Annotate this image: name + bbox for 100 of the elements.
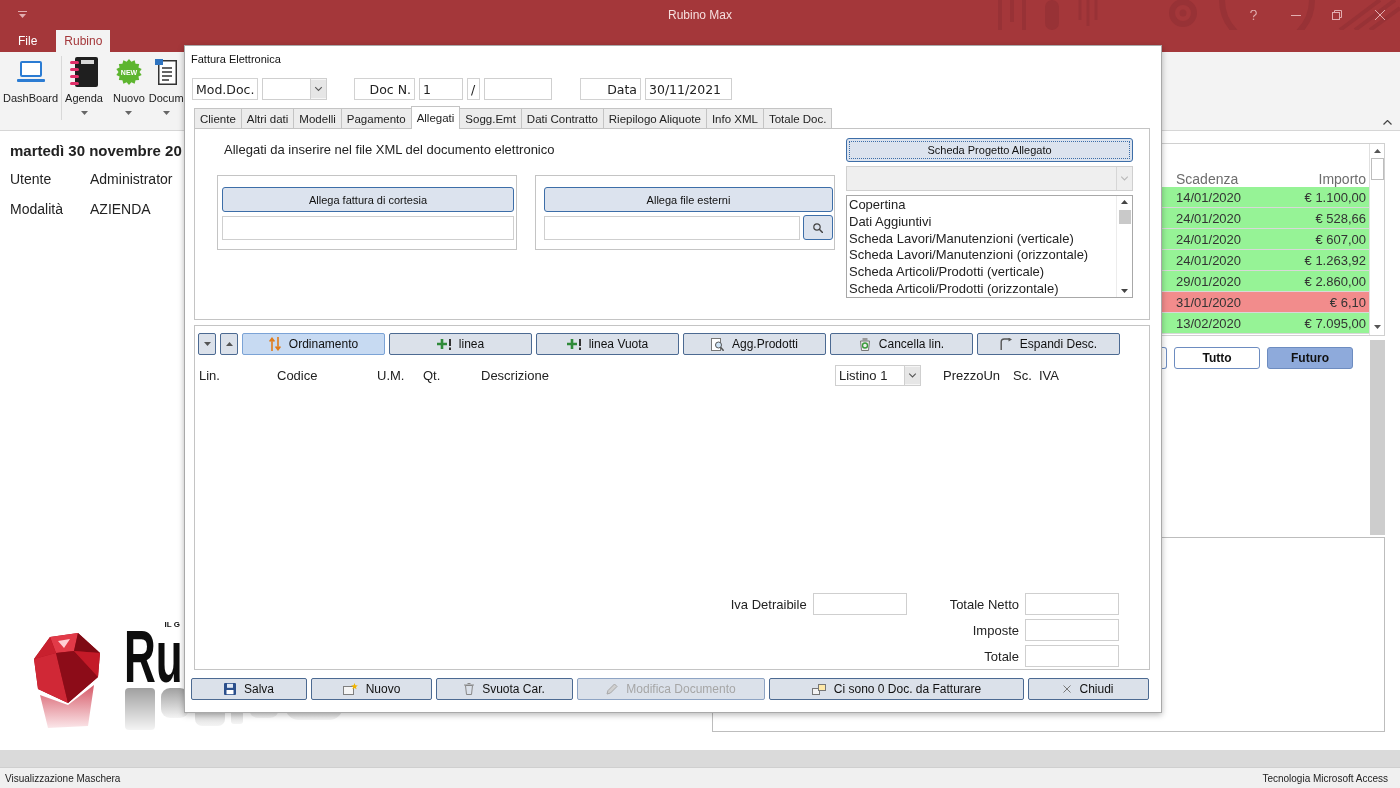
plus-icon: [436, 338, 451, 350]
new-button[interactable]: Nuovo: [311, 678, 432, 700]
ribbon-button[interactable]: Docum: [148, 52, 184, 115]
triangle-up-icon: [225, 342, 233, 346]
dropdown-arrow-icon[interactable]: [310, 79, 326, 99]
close-button[interactable]: Chiudi: [1028, 678, 1149, 700]
date-field[interactable]: 30/11/2021: [645, 78, 732, 100]
horizontal-scrollbar[interactable]: [0, 750, 1400, 767]
tab[interactable]: Allegati: [410, 106, 461, 129]
amount-cell: € 7.095,00: [1304, 315, 1366, 331]
save-button[interactable]: Salva: [191, 678, 307, 700]
total-field[interactable]: [1025, 593, 1119, 615]
move-up-button[interactable]: [220, 333, 238, 355]
ribbon-button[interactable]: DashBoard: [3, 52, 59, 105]
column-header: Qt.: [423, 368, 441, 383]
deadline-row[interactable]: 24/01/2020 € 1.263,92: [1162, 250, 1369, 271]
total-field[interactable]: [812, 593, 907, 615]
document-icon: [155, 58, 178, 85]
column-header: Importo: [1318, 170, 1366, 187]
scrollbar[interactable]: [1116, 196, 1132, 297]
deadline-row[interactable]: 29/01/2020 € 2.860,00: [1162, 271, 1369, 292]
close-icon[interactable]: [1375, 10, 1385, 20]
deadline-row[interactable]: 13/02/2020 € 7.095,00: [1162, 313, 1369, 334]
number-field[interactable]: 1: [419, 78, 463, 100]
deadline-row[interactable]: 24/01/2020 € 528,66: [1162, 208, 1369, 229]
help-icon[interactable]: [1250, 10, 1257, 20]
sort-arrows-icon: [268, 337, 281, 351]
move-down-button[interactable]: [198, 333, 216, 355]
attach-files-button[interactable]: Allega file esterni: [544, 187, 833, 212]
amount-cell: € 1.100,00: [1304, 189, 1366, 205]
list-item[interactable]: Scheda Articoli/Prodotti (verticale): [849, 263, 1045, 280]
scroll-thumb[interactable]: [1370, 158, 1384, 180]
date-text: martedì 30 novembre 20: [10, 141, 182, 161]
amount-cell: € 6,10: [1329, 294, 1366, 310]
triangle-up-icon: [1373, 149, 1381, 153]
scroll-thumb[interactable]: [1118, 210, 1131, 224]
tab[interactable]: Modelli: [293, 108, 342, 128]
scrollbar[interactable]: [1369, 144, 1384, 335]
total-field[interactable]: [1025, 619, 1119, 641]
field-label: Mod.Doc.: [192, 78, 258, 100]
list-item[interactable]: Dati Aggiuntivi: [849, 212, 932, 230]
scroll-up-icon[interactable]: [1121, 200, 1128, 204]
tab[interactable]: Riepilogo Aliquote: [602, 108, 707, 128]
corner-arrow-icon: [999, 338, 1012, 350]
windows-icon: [811, 683, 826, 695]
sort-button[interactable]: Ordinamento: [242, 333, 385, 355]
suffix-field[interactable]: [484, 78, 552, 100]
deadline-row[interactable]: 31/01/2020 € 6,10: [1162, 292, 1369, 313]
add-products-button[interactable]: Agg.Prodotti: [683, 333, 826, 355]
amount-cell: € 2.860,00: [1304, 273, 1366, 289]
ribbon-tab[interactable]: File: [10, 30, 46, 52]
tab[interactable]: Pagamento: [340, 108, 412, 128]
add-line-button[interactable]: linea: [389, 333, 532, 355]
list-item[interactable]: Scheda Lavori/Manutenzioni (verticale): [849, 229, 1074, 247]
dropdown-arrow-icon[interactable]: [904, 366, 920, 385]
column-header: U.M.: [377, 368, 405, 383]
deadline-row[interactable]: 14/01/2020 € 1.100,00: [1162, 187, 1369, 208]
tab[interactable]: Sogg.Emt: [459, 108, 522, 128]
scrollbar[interactable]: [1370, 340, 1385, 535]
pencil-icon: [606, 683, 619, 695]
expand-description-button[interactable]: Espandi Desc.: [977, 333, 1120, 355]
list-item[interactable]: Copertina: [849, 196, 906, 213]
chevron-up-icon[interactable]: [1383, 120, 1392, 125]
date-cell: 24/01/2020: [1176, 252, 1242, 268]
restore-icon[interactable]: [1332, 10, 1342, 20]
list-item[interactable]: Scheda Articoli/Prodotti (orizzontale): [849, 280, 1059, 297]
total-label: Iva Detraibile: [730, 596, 807, 612]
amount-cell: € 528,66: [1315, 210, 1366, 226]
ribbon-tab[interactable]: Rubino: [56, 30, 111, 52]
column-header: IVA: [1039, 368, 1059, 383]
filter-button[interactable]: Futuro: [1267, 347, 1353, 369]
tab[interactable]: Altri dati: [240, 108, 295, 128]
tab[interactable]: Cliente: [194, 108, 242, 128]
minimize-icon[interactable]: [1291, 14, 1301, 16]
deadline-row[interactable]: 24/01/2020 € 607,00: [1162, 229, 1369, 250]
attach-courtesy-invoice-button[interactable]: Allega fattura di cortesia: [222, 187, 514, 212]
bin-icon: [464, 683, 475, 695]
price-list-combo[interactable]: Listino 1: [835, 365, 921, 386]
status-text: Visualizzazione Maschera: [5, 772, 121, 784]
triangle-down-icon: [203, 342, 211, 346]
tab[interactable]: Totale Doc.: [762, 108, 833, 128]
tab[interactable]: Dati Contratto: [520, 108, 604, 128]
tab[interactable]: Info XML: [705, 108, 764, 128]
total-label: Imposte: [972, 622, 1019, 638]
delete-line-button[interactable]: Cancella lin.: [830, 333, 973, 355]
field-label: Utente: [10, 170, 52, 189]
file-path-field[interactable]: [222, 216, 514, 240]
empty-cart-button[interactable]: Svuota Car.: [436, 678, 573, 700]
ribbon-button[interactable]: Agenda: [65, 52, 103, 115]
search-button[interactable]: [803, 215, 833, 240]
scroll-down-icon[interactable]: [1121, 289, 1128, 293]
list-item[interactable]: Scheda Lavori/Manutenzioni (orizzontale): [849, 246, 1089, 264]
file-path-field[interactable]: [544, 216, 800, 240]
customize-toolbar-icon[interactable]: [18, 11, 27, 19]
project-sheet-button[interactable]: Scheda Progetto Allegato: [846, 138, 1133, 162]
pending-documents-button[interactable]: Ci sono 0 Doc. da Fatturare: [769, 678, 1024, 700]
filter-button[interactable]: Tutto: [1174, 347, 1260, 369]
total-field[interactable]: [1025, 645, 1119, 667]
add-empty-line-button[interactable]: linea Vuota: [536, 333, 679, 355]
date-cell: 31/01/2020: [1176, 294, 1242, 310]
